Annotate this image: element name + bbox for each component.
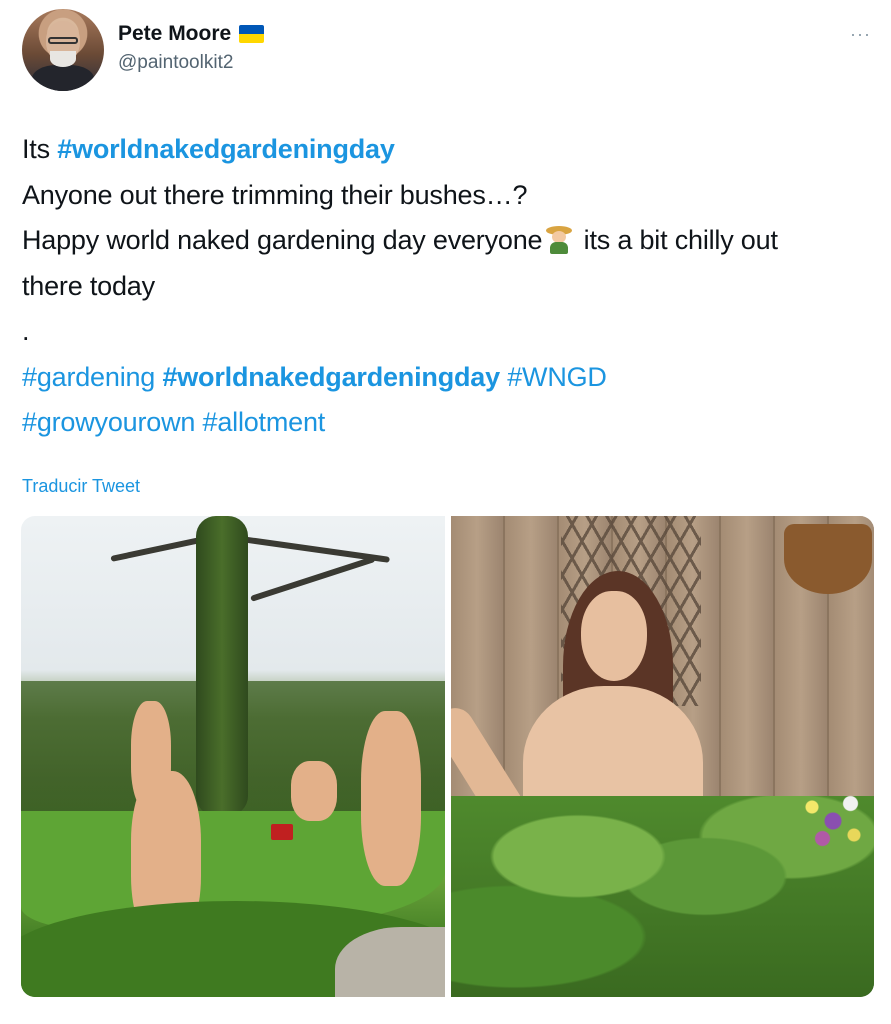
ukraine-flag-icon xyxy=(239,25,265,43)
hashtag-link[interactable]: #worldnakedgardeningday xyxy=(162,362,500,392)
tweet-line-2: Anyone out there trimming their bushes…? xyxy=(22,179,528,210)
avatar-glasses xyxy=(48,37,78,44)
tweet-text: Its #worldnakedgardeningday Anyone out t… xyxy=(22,127,872,446)
avatar[interactable] xyxy=(22,9,104,91)
author-handle[interactable]: @paintoolkit2 xyxy=(118,52,233,74)
hashtag-link[interactable]: #WNGD xyxy=(507,362,607,392)
tweet-line-3-text: Happy world naked gardening day everyone xyxy=(22,225,543,255)
photo-garden-men[interactable] xyxy=(21,516,445,997)
tweet-line-5: . xyxy=(22,316,30,346)
author-name-text: Pete Moore xyxy=(118,22,232,45)
avatar-beard xyxy=(50,51,76,67)
tweet-line-1: Its #worldnakedgardeningday xyxy=(22,127,872,173)
farmer-emoji-icon xyxy=(544,224,574,254)
tweet-line-3-tail: its a bit chilly out xyxy=(576,225,778,255)
hashtag-row-2: #growyourown #allotment xyxy=(22,400,872,446)
hashtag-link[interactable]: #growyourown xyxy=(22,407,195,437)
photo-woman-fence[interactable] xyxy=(451,516,874,997)
hanging-basket xyxy=(784,524,872,594)
author-name[interactable]: Pete Moore xyxy=(118,22,265,46)
media-grid xyxy=(21,516,874,997)
hashtag-link[interactable]: #worldnakedgardeningday xyxy=(57,134,395,164)
pansies xyxy=(798,786,868,856)
ivy-tree xyxy=(196,516,248,816)
hashtag-link[interactable]: #allotment xyxy=(203,407,326,437)
hashtag-link[interactable]: #gardening xyxy=(22,362,155,392)
more-options-icon[interactable]: ··· xyxy=(850,24,871,45)
watering-can xyxy=(271,824,293,840)
tweet-line-1-prefix: Its xyxy=(22,134,58,164)
hashtag-row-1: #gardening #worldnakedgardeningday #WNGD xyxy=(22,355,872,401)
face xyxy=(581,591,647,681)
person xyxy=(291,761,337,821)
translate-tweet-link[interactable]: Traducir Tweet xyxy=(22,476,140,497)
fence-plank xyxy=(721,516,775,816)
tweet-line-4: there today xyxy=(22,270,155,301)
avatar-shirt xyxy=(32,65,94,91)
person xyxy=(361,711,421,886)
tree-branch xyxy=(250,555,376,602)
tweet-line-3: Happy world naked gardening day everyone… xyxy=(22,218,872,264)
